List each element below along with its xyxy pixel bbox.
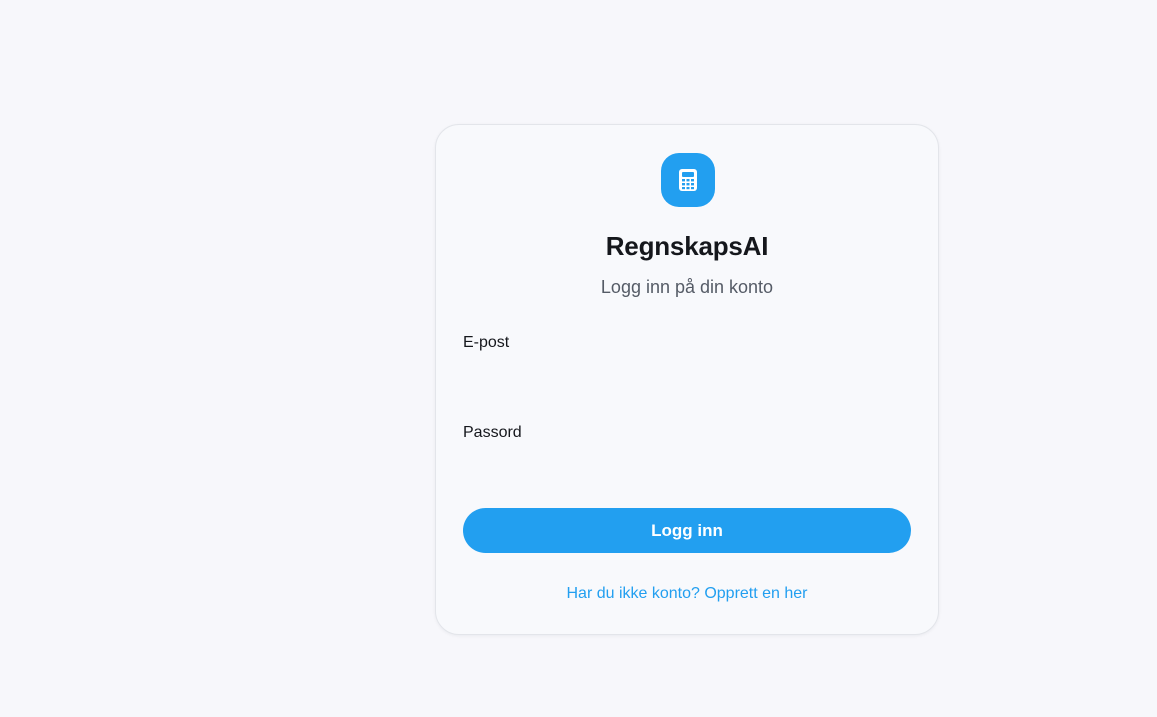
app-title: RegnskapsAI: [605, 231, 769, 261]
login-button[interactable]: Logg inn: [463, 508, 911, 553]
signup-link[interactable]: Har du ikke konto? Opprett en her: [436, 585, 938, 603]
email-label: E-post: [463, 334, 510, 351]
password-field[interactable]: [463, 449, 911, 483]
page-subtitle: Logg inn på din konto: [600, 277, 774, 297]
login-page: RegnskapsAI Logg inn på din konto E-post…: [0, 0, 1157, 717]
app-logo: [661, 153, 715, 207]
calculator-icon: [679, 169, 697, 191]
login-card: RegnskapsAI Logg inn på din konto E-post…: [435, 124, 939, 635]
email-field[interactable]: [463, 359, 911, 393]
password-label: Passord: [463, 424, 522, 441]
